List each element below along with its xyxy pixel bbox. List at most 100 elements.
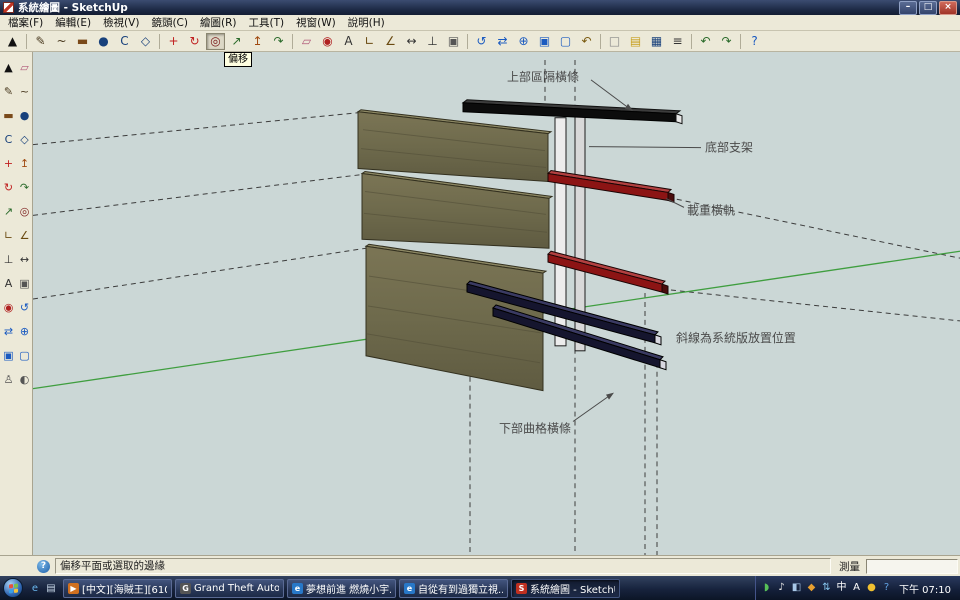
menu-item-5[interactable]: 工具(T) — [242, 15, 290, 30]
freehand-icon[interactable]: ~ — [17, 79, 32, 103]
help-icon[interactable]: ? — [745, 33, 764, 50]
save-file-icon[interactable]: ▦ — [647, 33, 666, 50]
zoom-extents-icon[interactable]: ▢ — [556, 33, 575, 50]
internet-explorer-icon[interactable]: e — [27, 580, 43, 596]
dimension-icon[interactable]: ↔ — [17, 247, 32, 271]
rotate-icon[interactable]: ↻ — [185, 33, 204, 50]
measurement-input[interactable] — [866, 559, 958, 574]
ime-language-icon[interactable]: 中 — [834, 583, 849, 593]
line-icon[interactable]: ✎ — [1, 79, 16, 103]
title-bar: 系統繪圖 - SketchUp – □ × — [0, 0, 960, 15]
menu-item-6[interactable]: 視窗(W) — [290, 15, 342, 30]
menu-item-2[interactable]: 檢視(V) — [97, 15, 145, 30]
rectangle-icon[interactable]: ▬ — [73, 33, 92, 50]
menu-item-7[interactable]: 說明(H) — [342, 15, 391, 30]
redo-icon[interactable]: ↷ — [717, 33, 736, 50]
orbit-icon[interactable]: ↺ — [472, 33, 491, 50]
arc-icon[interactable]: C — [1, 127, 16, 151]
windows-update-icon[interactable]: ● — [864, 583, 879, 593]
task-button-label: Grand Theft Auto B... — [194, 583, 279, 594]
messenger-icon[interactable]: ◗ — [759, 583, 774, 593]
start-button[interactable] — [3, 578, 23, 598]
axes-icon[interactable]: ⊥ — [1, 247, 16, 271]
rotate-icon[interactable]: ↻ — [1, 175, 16, 199]
zoom-icon[interactable]: ⊕ — [17, 319, 32, 343]
eraser-icon[interactable]: ▱ — [297, 33, 316, 50]
minimize-button[interactable]: – — [899, 1, 917, 15]
annotation-load-rail: 載重橫軌 — [687, 203, 735, 217]
pushpull-icon[interactable]: ↥ — [248, 33, 267, 50]
help-status-icon[interactable]: ? — [37, 560, 50, 573]
offset-tooltip: 偏移 — [224, 52, 252, 67]
paint-icon[interactable]: ◉ — [1, 295, 16, 319]
followme-icon[interactable]: ↷ — [17, 175, 32, 199]
task-button-4[interactable]: S系統繪圖 - SketchUp — [511, 579, 620, 598]
start-flag-cell — [14, 583, 18, 587]
orbit-icon[interactable]: ↺ — [17, 295, 32, 319]
task-button-1[interactable]: GGrand Theft Auto B... — [175, 579, 284, 598]
eraser-icon[interactable]: ▱ — [17, 55, 32, 79]
text-icon[interactable]: A — [1, 271, 16, 295]
antivirus-icon[interactable]: ◆ — [804, 583, 819, 593]
zoom-window-icon[interactable]: ▣ — [1, 343, 16, 367]
move-icon[interactable]: + — [164, 33, 183, 50]
menu-item-1[interactable]: 編輯(E) — [49, 15, 97, 30]
followme-icon[interactable]: ↷ — [269, 33, 288, 50]
tape-measure-icon[interactable]: ∟ — [360, 33, 379, 50]
paint-icon[interactable]: ◉ — [318, 33, 337, 50]
line-icon[interactable]: ✎ — [31, 33, 50, 50]
help-center-icon[interactable]: ? — [879, 583, 894, 593]
scale-icon[interactable]: ↗ — [227, 33, 246, 50]
task-button-0[interactable]: ▶[中文][海賊王][610... — [63, 579, 172, 598]
freehand-icon[interactable]: ~ — [52, 33, 71, 50]
text-icon[interactable]: A — [339, 33, 358, 50]
task-button-3[interactable]: e自從有到過獨立視... — [399, 579, 508, 598]
select-icon[interactable]: ▲ — [3, 33, 22, 50]
new-file-icon[interactable]: □ — [605, 33, 624, 50]
offset-icon[interactable]: ◎ — [17, 199, 32, 223]
look-around-icon[interactable]: ◐ — [17, 367, 32, 391]
open-file-icon[interactable]: ▤ — [626, 33, 645, 50]
tape-measure-icon[interactable]: ∟ — [1, 223, 16, 247]
section-plane-icon[interactable]: ▣ — [444, 33, 463, 50]
scale-icon[interactable]: ↗ — [1, 199, 16, 223]
dimension-icon[interactable]: ↔ — [402, 33, 421, 50]
sketchup-window: 系統繪圖 - SketchUp – □ × 檔案(F)編輯(E)檢視(V)鏡頭(… — [0, 0, 960, 600]
maximize-button[interactable]: □ — [919, 1, 937, 15]
circle-icon[interactable]: ● — [94, 33, 113, 50]
previous-view-icon[interactable]: ↶ — [577, 33, 596, 50]
polygon-icon[interactable]: ◇ — [17, 127, 32, 151]
drawing-canvas[interactable]: 上部區隔橫條 底部支架 載重橫軌 斜線為系統版放置位置 下部曲格橫條 — [33, 52, 960, 555]
close-button[interactable]: × — [939, 1, 957, 15]
print-icon[interactable]: ≡ — [668, 33, 687, 50]
task-button-2[interactable]: e夢想前進 燃燒小宇... — [287, 579, 396, 598]
circle-icon[interactable]: ● — [17, 103, 32, 127]
rectangle-icon[interactable]: ▬ — [1, 103, 16, 127]
zoom-window-icon[interactable]: ▣ — [535, 33, 554, 50]
axes-icon[interactable]: ⊥ — [423, 33, 442, 50]
menu-item-0[interactable]: 檔案(F) — [2, 15, 49, 30]
pan-icon[interactable]: ⇄ — [493, 33, 512, 50]
section-plane-icon[interactable]: ▣ — [17, 271, 32, 295]
menu-item-4[interactable]: 繪圖(R) — [194, 15, 243, 30]
network-icon[interactable]: ⇅ — [819, 583, 834, 593]
pan-icon[interactable]: ⇄ — [1, 319, 16, 343]
show-desktop-icon[interactable]: ▤ — [43, 580, 59, 596]
zoom-icon[interactable]: ⊕ — [514, 33, 533, 50]
quick-launch: e▤ — [27, 580, 59, 596]
menu-item-3[interactable]: 鏡頭(C) — [145, 15, 194, 30]
volume-icon[interactable]: ♪ — [774, 583, 789, 593]
safely-remove-hardware-icon[interactable]: ◧ — [789, 583, 804, 593]
ime-mode-icon[interactable]: A — [849, 583, 864, 593]
protractor-icon[interactable]: ∠ — [381, 33, 400, 50]
pushpull-icon[interactable]: ↥ — [17, 151, 32, 175]
protractor-icon[interactable]: ∠ — [17, 223, 32, 247]
move-icon[interactable]: + — [1, 151, 16, 175]
polygon-icon[interactable]: ◇ — [136, 33, 155, 50]
arc-icon[interactable]: C — [115, 33, 134, 50]
zoom-extents-icon[interactable]: ▢ — [17, 343, 32, 367]
position-camera-icon[interactable]: ♙ — [1, 367, 16, 391]
undo-icon[interactable]: ↶ — [696, 33, 715, 50]
offset-icon[interactable]: ◎ — [206, 33, 225, 50]
select-icon[interactable]: ▲ — [1, 55, 16, 79]
